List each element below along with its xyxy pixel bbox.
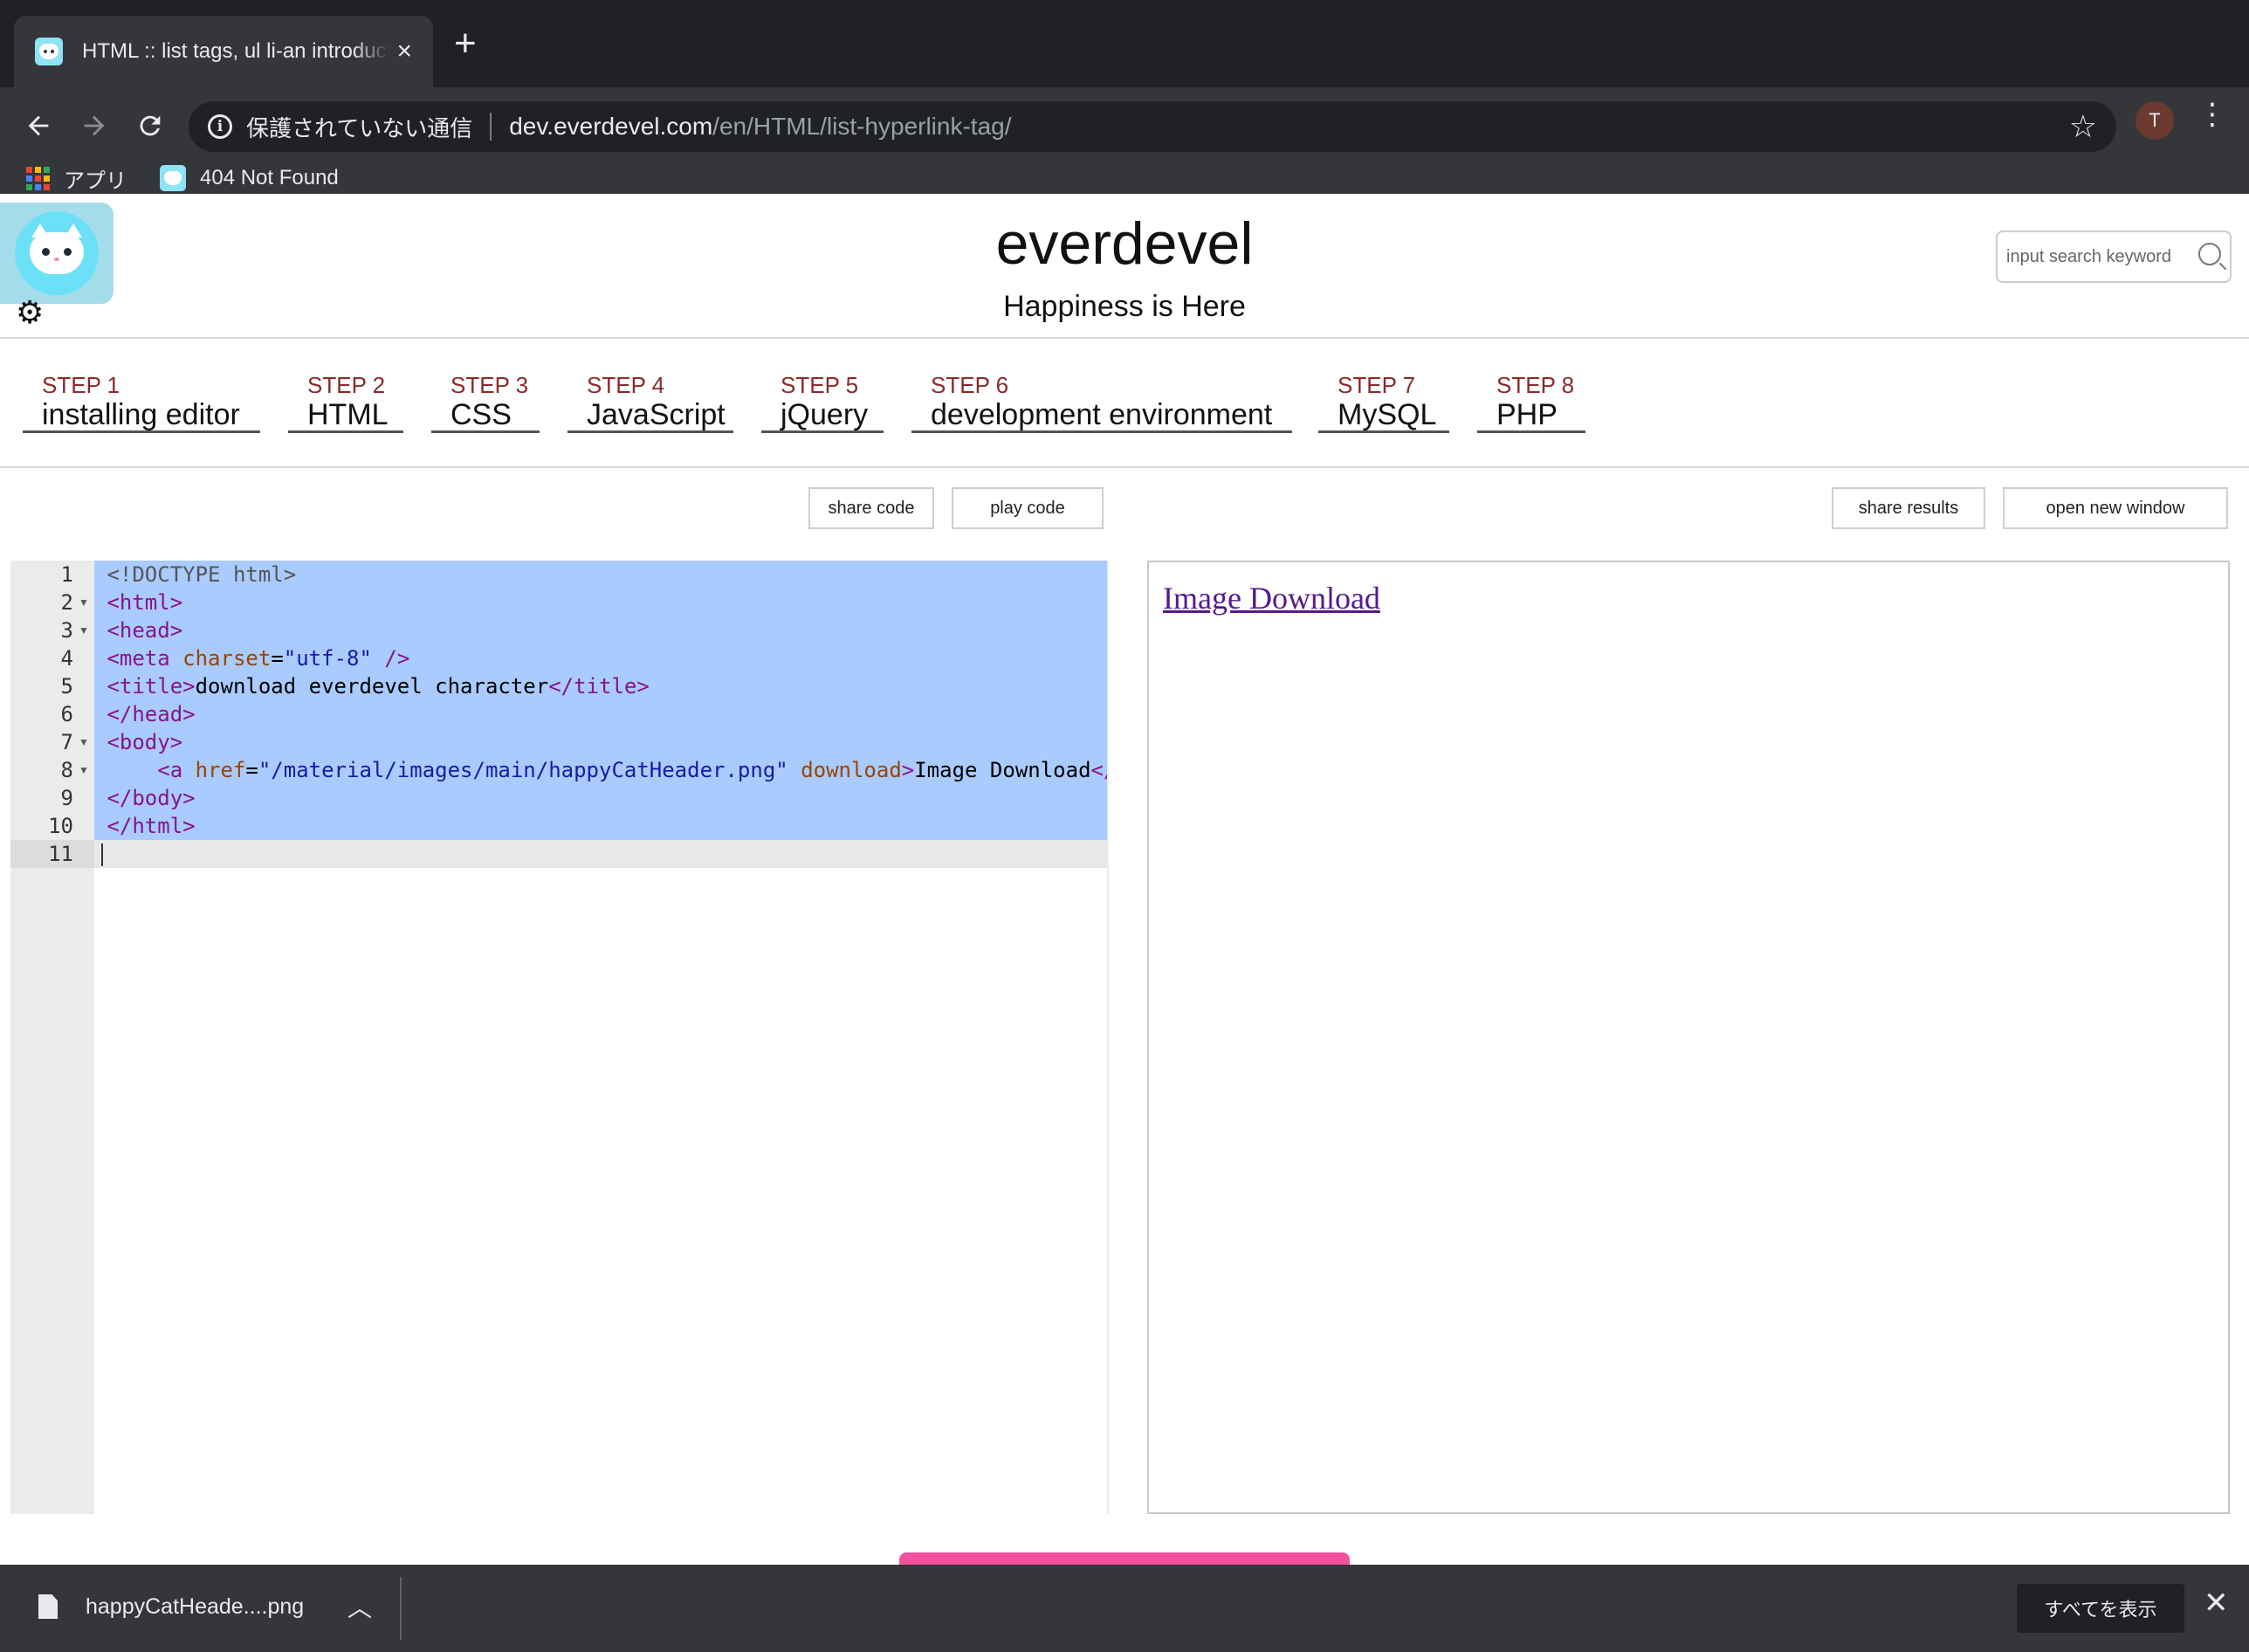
- back-arrow-icon[interactable]: [16, 103, 61, 148]
- download-shelf: happyCatHeade....png ︿ すべてを表示 ✕: [0, 1565, 2249, 1652]
- line-number: 11: [10, 840, 94, 868]
- close-tab-icon[interactable]: ×: [396, 38, 412, 65]
- step-name: development environment: [931, 398, 1273, 431]
- site-title: everdevel: [995, 210, 1254, 277]
- address-bar[interactable]: i 保護されていない通信 dev.everdevel.com/en/HTML/l…: [189, 101, 2116, 152]
- result-preview: Image Download: [1147, 561, 2230, 1514]
- line-number: 2: [60, 590, 73, 615]
- play-code-button[interactable]: play code: [952, 487, 1104, 529]
- menu-kebab-icon[interactable]: ⋮: [2197, 100, 2228, 129]
- code-line: <!DOCTYPE html>: [94, 561, 1107, 589]
- info-icon[interactable]: i: [208, 114, 232, 139]
- step-5-link[interactable]: STEP 5 jQuery: [761, 372, 884, 433]
- code-line: </html>: [94, 812, 1107, 840]
- bookmark-apps[interactable]: アプリ: [64, 163, 127, 194]
- step-name: HTML: [307, 398, 389, 431]
- share-code-button[interactable]: share code: [808, 487, 934, 529]
- browser-tab[interactable]: HTML :: list tags, ul li-an introduction…: [14, 16, 433, 87]
- line-number: 4: [60, 646, 73, 671]
- image-download-link[interactable]: Image Download: [1163, 580, 1380, 616]
- url-host: dev.everdevel.com: [509, 113, 713, 140]
- step-number: STEP 4: [587, 372, 665, 398]
- step-4-link[interactable]: STEP 4 JavaScript: [567, 372, 733, 433]
- file-icon: [38, 1594, 58, 1619]
- steps-nav: STEP 1 installing editor STEP 2 HTML STE…: [0, 339, 2249, 468]
- code-line: <title>download everdevel character</tit…: [94, 672, 1107, 700]
- fold-arrow-icon[interactable]: ▼: [79, 616, 89, 644]
- search-icon[interactable]: [2198, 243, 2221, 265]
- browser-tab-bar: HTML :: list tags, ul li-an introduction…: [0, 0, 2249, 87]
- url-divider: [490, 113, 492, 141]
- show-all-button[interactable]: すべてを表示: [2017, 1584, 2184, 1633]
- bookmark-star-icon[interactable]: ☆: [2069, 108, 2097, 145]
- code-line: <meta charset="utf-8" />: [94, 644, 1107, 672]
- line-number: 9: [60, 786, 73, 810]
- line-number: 7: [60, 730, 73, 754]
- step-name: MySQL: [1338, 398, 1437, 431]
- code-line: </head>: [94, 700, 1107, 728]
- fold-arrow-icon[interactable]: ▼: [79, 589, 89, 616]
- step-name: JavaScript: [587, 398, 726, 431]
- doctype: <!DOCTYPE html>: [107, 562, 297, 587]
- search-box: [1996, 231, 2232, 283]
- step-6-link[interactable]: STEP 6 development environment: [911, 372, 1292, 433]
- bookmark-404[interactable]: 404 Not Found: [200, 166, 339, 190]
- step-number: STEP 1: [42, 372, 120, 398]
- line-number: 1: [60, 562, 73, 587]
- site-subtitle: Happiness is Here: [1003, 290, 1246, 323]
- line-number: 10: [48, 814, 73, 838]
- step-number: STEP 2: [307, 372, 386, 398]
- step-number: STEP 5: [781, 372, 859, 398]
- url-path: /en/HTML/list-hyperlink-tag/: [712, 113, 1012, 140]
- security-status: 保護されていない通信: [246, 114, 473, 141]
- code-area[interactable]: <!DOCTYPE html> <html> <head> <meta char…: [94, 561, 1107, 1514]
- line-number: 8: [60, 758, 73, 782]
- step-name: jQuery: [781, 398, 869, 431]
- profile-avatar[interactable]: T: [2136, 101, 2174, 140]
- site-header: ⚙ everdevel Happiness is Here: [0, 194, 2249, 339]
- step-1-link[interactable]: STEP 1 installing editor: [23, 372, 260, 433]
- chevron-up-icon[interactable]: ︿: [347, 1589, 372, 1624]
- step-name: CSS: [450, 398, 512, 431]
- cat-favicon-icon: [35, 38, 63, 65]
- forward-arrow-icon[interactable]: [72, 103, 117, 148]
- fold-arrow-icon[interactable]: ▼: [79, 756, 89, 784]
- step-7-link[interactable]: STEP 7 MySQL: [1318, 372, 1449, 433]
- step-number: STEP 7: [1338, 372, 1416, 398]
- code-editor[interactable]: 1 2 ▼ 3 ▼ 4 5 6 7 ▼ 8 ▼ 9 10 11 <!DOCTYP…: [10, 561, 1109, 1514]
- code-line: </body>: [94, 784, 1107, 812]
- open-new-window-button[interactable]: open new window: [2003, 487, 2228, 529]
- code-line: <head>: [94, 616, 1107, 644]
- code-line: <a href="/material/images/main/happyCatH…: [94, 756, 1107, 784]
- reload-icon[interactable]: [127, 103, 173, 148]
- code-line: <html>: [94, 589, 1107, 616]
- pink-accent-bar: [899, 1552, 1350, 1565]
- step-3-link[interactable]: STEP 3 CSS: [431, 372, 540, 433]
- code-line: <body>: [94, 728, 1107, 756]
- line-number: 6: [60, 702, 73, 726]
- text-cursor: [101, 843, 103, 866]
- step-number: STEP 8: [1496, 372, 1575, 398]
- step-2-link[interactable]: STEP 2 HTML: [288, 372, 403, 433]
- cat-favicon-icon: [160, 165, 186, 191]
- step-number: STEP 3: [450, 372, 529, 398]
- step-name: PHP: [1496, 398, 1558, 431]
- step-8-link[interactable]: STEP 8 PHP: [1477, 372, 1585, 433]
- fold-arrow-icon[interactable]: ▼: [79, 728, 89, 756]
- line-gutter: 1 2 ▼ 3 ▼ 4 5 6 7 ▼ 8 ▼ 9 10 11: [10, 561, 94, 1514]
- search-input[interactable]: [2006, 246, 2190, 267]
- line-number: 5: [60, 674, 73, 699]
- download-file-name[interactable]: happyCatHeade....png: [86, 1594, 304, 1620]
- step-number: STEP 6: [931, 372, 1009, 398]
- line-number: 3: [60, 618, 73, 643]
- new-tab-plus-icon[interactable]: +: [454, 24, 477, 63]
- close-icon[interactable]: ✕: [2204, 1586, 2229, 1621]
- share-results-button[interactable]: share results: [1832, 487, 1985, 529]
- code-line-current: [94, 840, 1107, 868]
- shelf-divider: [400, 1577, 402, 1640]
- step-name: installing editor: [42, 398, 240, 431]
- tab-title: HTML :: list tags, ul li-an introduction: [82, 39, 390, 63]
- browser-toolbar: i 保護されていない通信 dev.everdevel.com/en/HTML/l…: [0, 87, 2249, 210]
- apps-grid-icon: [26, 166, 50, 190]
